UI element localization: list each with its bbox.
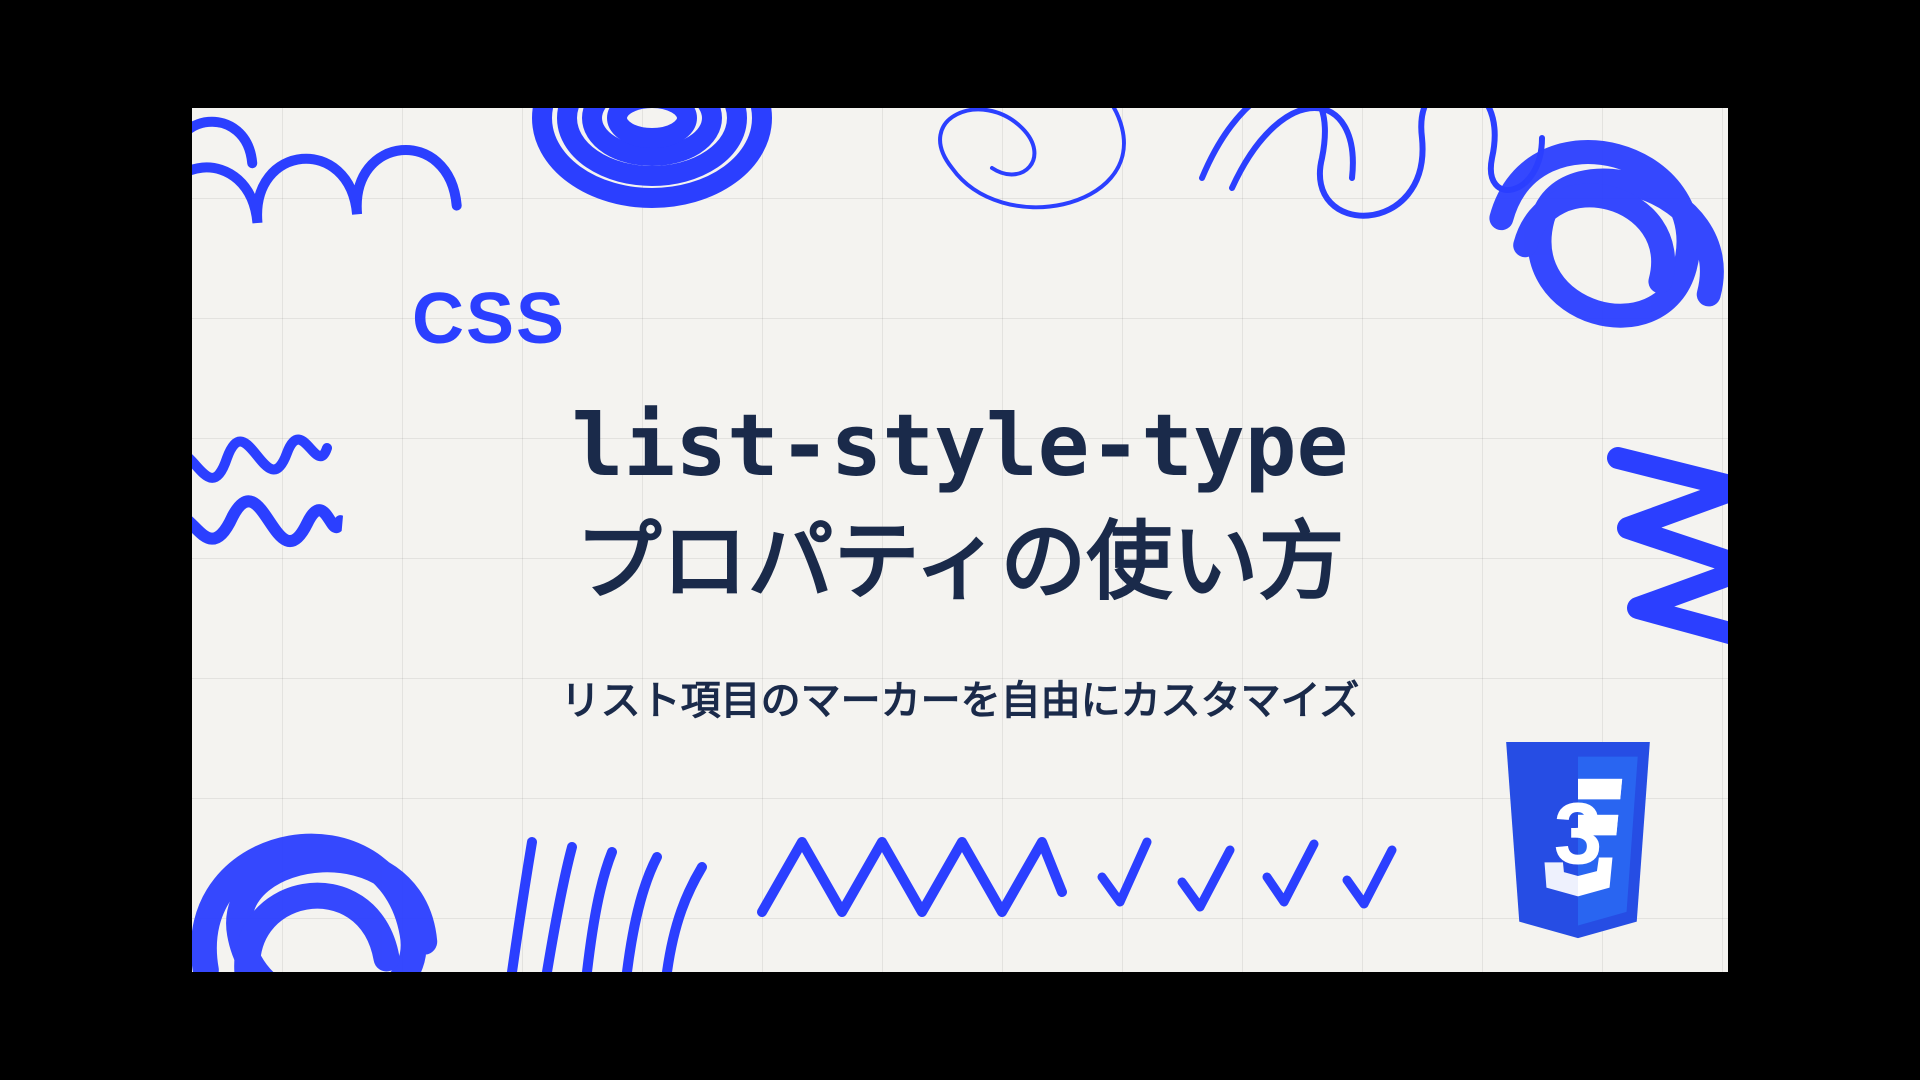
category-label: CSS [412,278,566,360]
slide-card: 3 CSS list-style-type プロパティの使い方 リスト項目のマー… [192,108,1728,972]
scribble-checks-icon [1092,822,1432,932]
title-line-2: プロパティの使い方 [576,512,1345,612]
scribble-oval-icon [512,108,792,228]
css3-badge-number: 3 [1554,784,1603,882]
page-subtitle: リスト項目のマーカーを自由にカスタマイズ [192,668,1728,726]
title-line-1: list-style-type [572,396,1349,496]
scribble-zigzag-icon [752,822,1072,932]
css3-logo-icon: 3 [1488,742,1668,942]
page-title: list-style-type プロパティの使い方 [192,388,1728,620]
scribble-grass-icon [492,822,722,972]
scribble-swirl-icon [842,108,1162,218]
